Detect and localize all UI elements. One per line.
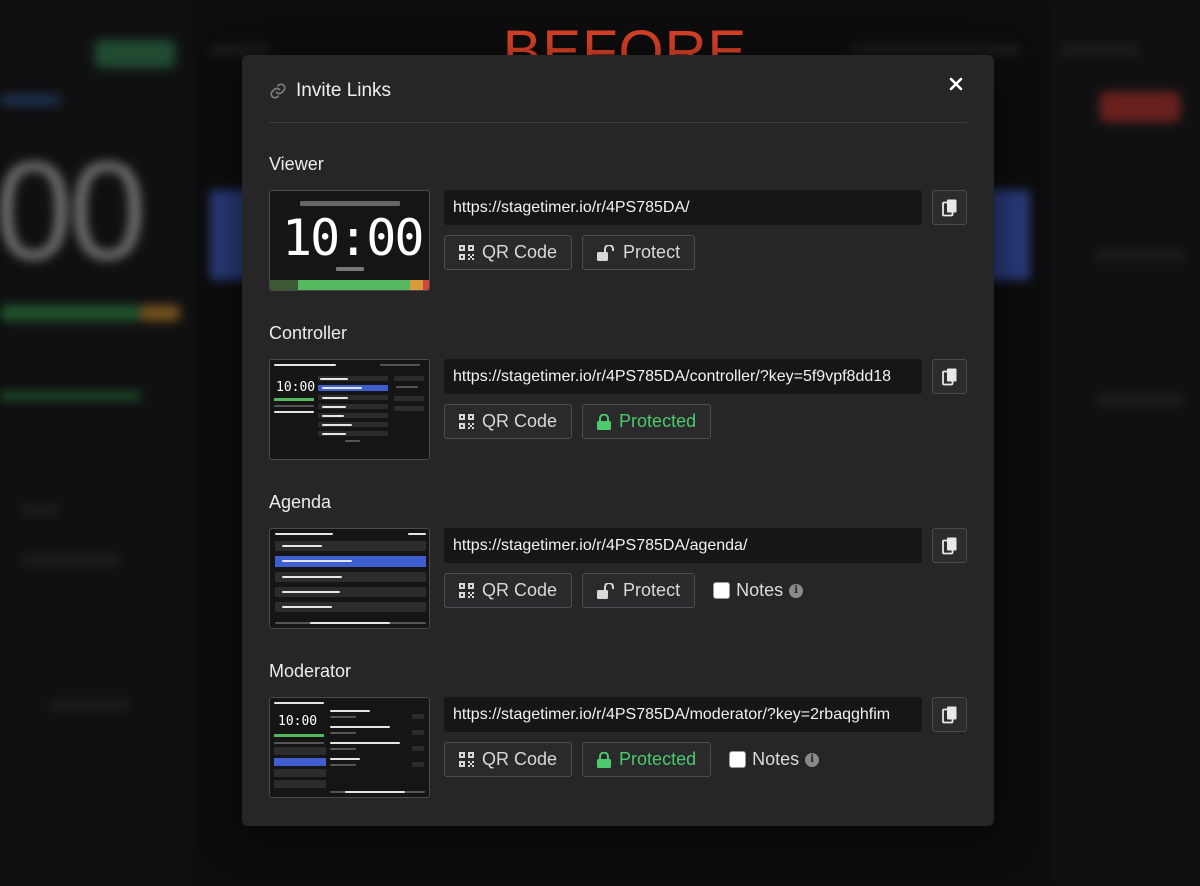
moderator-copy-button[interactable] bbox=[932, 697, 967, 732]
section-moderator: Moderator 10:00 https://stagetimer.io/r/… bbox=[269, 659, 967, 798]
background-timer-display: :00 bbox=[0, 132, 147, 289]
section-viewer: Viewer 10:00 https://stagetimer.io/r/4PS… bbox=[269, 152, 967, 291]
background-line bbox=[20, 555, 120, 565]
link-icon bbox=[270, 82, 286, 99]
background-line bbox=[0, 95, 60, 105]
agenda-preview-thumbnail bbox=[269, 528, 430, 629]
section-controller: Controller 10:00 https://stagetimer.io/r… bbox=[269, 321, 967, 460]
viewer-url-field[interactable]: https://stagetimer.io/r/4PS785DA/ bbox=[444, 190, 922, 225]
section-agenda: Agenda https://stagetimer.io/r/4PS785DA/… bbox=[269, 490, 967, 629]
invite-links-modal: Invite Links Viewer 10:00 https://staget… bbox=[242, 55, 994, 826]
qr-code-icon bbox=[459, 752, 474, 767]
agenda-qr-code-button[interactable]: QR Code bbox=[444, 573, 573, 608]
background-line bbox=[1095, 250, 1185, 260]
qr-code-icon bbox=[459, 583, 474, 598]
protect-label: Protect bbox=[623, 242, 681, 262]
controller-copy-button[interactable] bbox=[932, 359, 967, 394]
background-line bbox=[1095, 395, 1185, 405]
background-right-panel bbox=[1050, 0, 1200, 886]
copy-icon bbox=[941, 537, 956, 554]
copy-icon bbox=[941, 368, 956, 385]
qr-code-label: QR Code bbox=[482, 749, 558, 769]
unlock-icon bbox=[597, 244, 615, 261]
protect-label: Protect bbox=[623, 580, 681, 600]
agenda-notes-toggle: Notes i bbox=[713, 580, 804, 601]
notes-label: Notes bbox=[752, 749, 800, 769]
background-progress-orange bbox=[140, 305, 180, 321]
background-progress-green-2 bbox=[0, 392, 140, 400]
controller-qr-code-button[interactable]: QR Code bbox=[444, 404, 573, 439]
qr-code-label: QR Code bbox=[482, 411, 558, 431]
controller-url-field[interactable]: https://stagetimer.io/r/4PS785DA/control… bbox=[444, 359, 922, 394]
qr-code-icon bbox=[459, 414, 474, 429]
info-icon[interactable]: i bbox=[789, 583, 804, 598]
close-button[interactable] bbox=[945, 73, 967, 95]
moderator-protected-button[interactable]: Protected bbox=[582, 742, 712, 777]
modal-title: Invite Links bbox=[296, 79, 392, 101]
moderator-url-field[interactable]: https://stagetimer.io/r/4PS785DA/moderat… bbox=[444, 697, 922, 732]
moderator-preview-thumbnail: 10:00 bbox=[269, 697, 430, 798]
background-line bbox=[20, 505, 60, 515]
viewer-preview-thumbnail: 10:00 bbox=[269, 190, 430, 291]
close-icon bbox=[949, 77, 963, 91]
viewer-copy-button[interactable] bbox=[932, 190, 967, 225]
qr-code-icon bbox=[459, 245, 474, 260]
qr-code-label: QR Code bbox=[482, 242, 558, 262]
background-line bbox=[50, 700, 130, 710]
agenda-copy-button[interactable] bbox=[932, 528, 967, 563]
viewer-qr-code-button[interactable]: QR Code bbox=[444, 235, 573, 270]
viewer-protect-button[interactable]: Protect bbox=[582, 235, 696, 270]
lock-icon bbox=[597, 751, 612, 768]
controller-protected-button[interactable]: Protected bbox=[582, 404, 712, 439]
copy-icon bbox=[941, 199, 956, 216]
copy-icon bbox=[941, 706, 956, 723]
modal-header: Invite Links bbox=[269, 75, 967, 123]
qr-code-label: QR Code bbox=[482, 580, 558, 600]
lock-icon bbox=[597, 413, 612, 430]
section-title: Moderator bbox=[269, 661, 352, 681]
moderator-notes-toggle: Notes i bbox=[729, 749, 820, 770]
protected-label: Protected bbox=[619, 411, 697, 431]
agenda-url-field[interactable]: https://stagetimer.io/r/4PS785DA/agenda/ bbox=[444, 528, 922, 563]
agenda-protect-button[interactable]: Protect bbox=[582, 573, 696, 608]
moderator-qr-code-button[interactable]: QR Code bbox=[444, 742, 573, 777]
section-title: Agenda bbox=[269, 492, 332, 512]
section-title: Viewer bbox=[269, 154, 324, 174]
background-progress-green bbox=[0, 305, 140, 321]
agenda-notes-checkbox[interactable] bbox=[713, 582, 731, 599]
background-red-button bbox=[1100, 92, 1180, 122]
section-title: Controller bbox=[269, 323, 348, 343]
moderator-notes-checkbox[interactable] bbox=[729, 751, 747, 768]
info-icon[interactable]: i bbox=[805, 752, 820, 767]
controller-preview-thumbnail: 10:00 bbox=[269, 359, 430, 460]
protected-label: Protected bbox=[619, 749, 697, 769]
unlock-icon bbox=[597, 582, 615, 599]
notes-label: Notes bbox=[736, 580, 784, 600]
